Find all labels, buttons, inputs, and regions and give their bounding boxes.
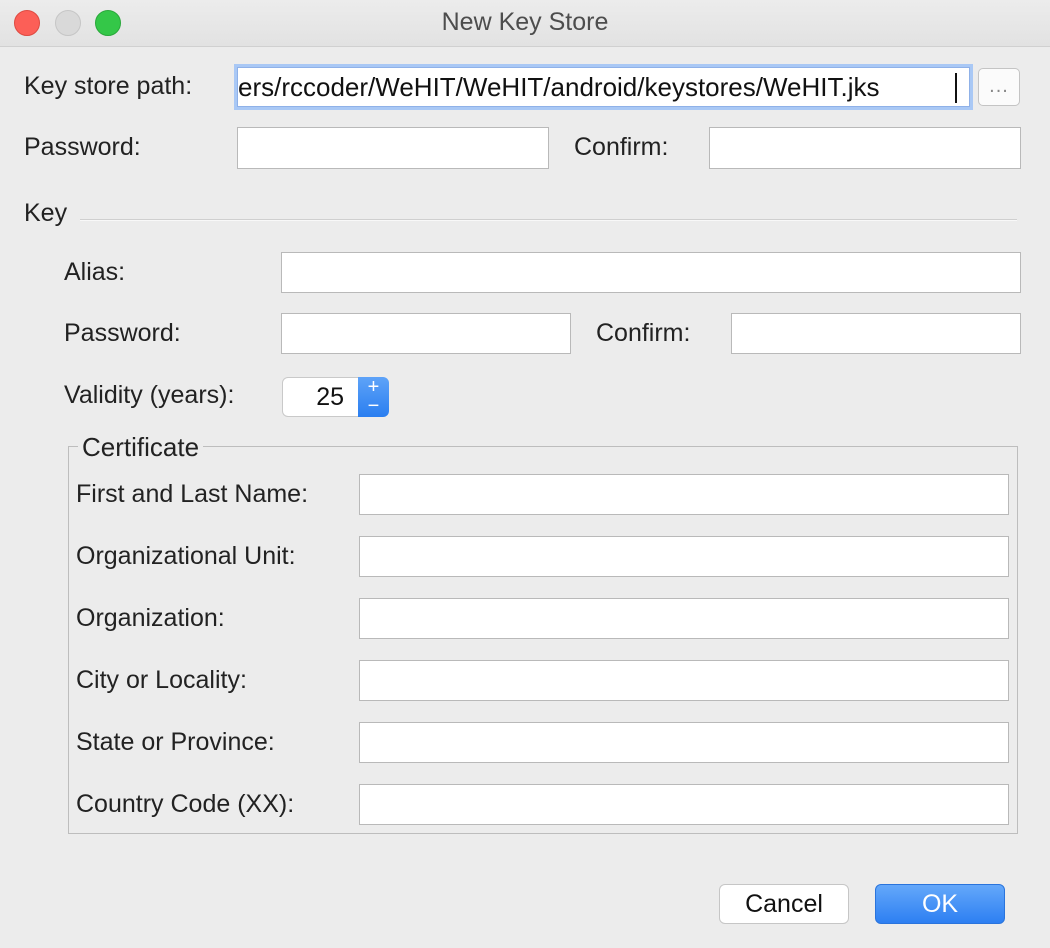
country-code-label: Country Code (XX): [76, 790, 295, 818]
key-password-label: Password: [64, 319, 181, 347]
keystore-password-label: Password: [24, 133, 141, 161]
org-unit-label: Organizational Unit: [76, 542, 296, 570]
first-last-name-input[interactable] [359, 474, 1009, 515]
key-confirm-input[interactable] [731, 313, 1021, 354]
text-cursor [955, 73, 957, 103]
first-last-name-label: First and Last Name: [76, 480, 309, 508]
key-password-input[interactable] [281, 313, 571, 354]
increment-icon[interactable]: + [358, 377, 389, 397]
key-section-label: Key [24, 199, 68, 227]
certificate-group-title: Certificate [78, 432, 204, 463]
validity-input[interactable]: 25 [282, 377, 358, 417]
city-label: City or Locality: [76, 666, 247, 694]
key-section-divider [80, 219, 1017, 221]
alias-input[interactable] [281, 252, 1021, 293]
keystore-confirm-label: Confirm: [574, 133, 669, 161]
ok-button[interactable]: OK [875, 884, 1005, 924]
keystore-path-input[interactable]: ers/rccoder/WeHIT/WeHIT/android/keystore… [237, 67, 970, 107]
country-code-input[interactable] [359, 784, 1009, 825]
cancel-button[interactable]: Cancel [719, 884, 849, 924]
organization-label: Organization: [76, 604, 225, 632]
keystore-path-value: ers/rccoder/WeHIT/WeHIT/android/keystore… [238, 72, 880, 102]
validity-stepper[interactable]: + − [358, 377, 389, 417]
validity-label: Validity (years): [64, 381, 235, 409]
city-input[interactable] [359, 660, 1009, 701]
state-label: State or Province: [76, 728, 275, 756]
title-bar: New Key Store [0, 0, 1050, 47]
alias-label: Alias: [64, 258, 126, 286]
key-confirm-label: Confirm: [596, 319, 691, 347]
keystore-password-input[interactable] [237, 127, 549, 169]
state-input[interactable] [359, 722, 1009, 763]
org-unit-input[interactable] [359, 536, 1009, 577]
organization-input[interactable] [359, 598, 1009, 639]
decrement-icon[interactable]: − [358, 396, 389, 416]
window-title: New Key Store [441, 8, 609, 36]
keystore-path-label: Key store path: [24, 72, 193, 100]
browse-button[interactable]: ... [978, 68, 1020, 106]
keystore-confirm-input[interactable] [709, 127, 1021, 169]
